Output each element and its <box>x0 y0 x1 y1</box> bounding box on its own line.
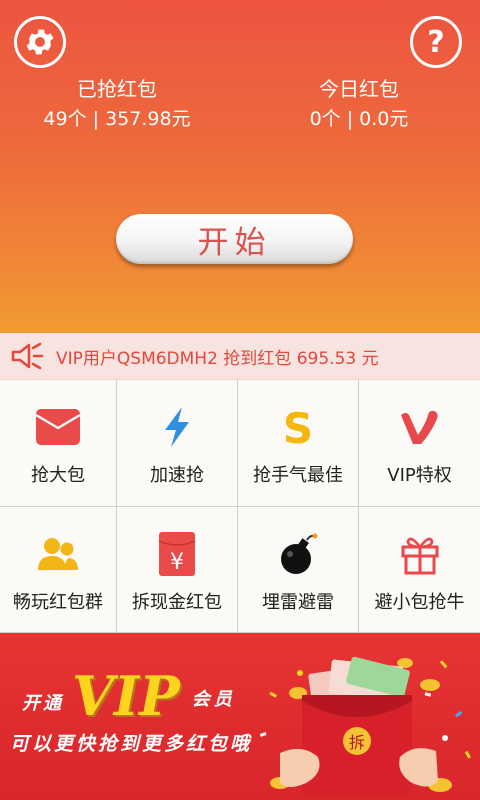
yuan-envelope-icon: ¥ <box>152 532 202 576</box>
svg-text:S: S <box>283 405 313 449</box>
speaker-icon <box>10 341 46 371</box>
feature-best-luck[interactable]: S 抢手气最佳 <box>238 380 359 507</box>
feature-label: VIP特权 <box>387 465 452 486</box>
ticker-text: VIP用户QSM6DMH2 抢到红包 695.53 元 <box>56 348 379 369</box>
feature-vip-privilege[interactable]: VIP特权 <box>359 380 480 507</box>
feature-label: 抢大包 <box>31 465 85 486</box>
svg-text:¥: ¥ <box>170 550 184 575</box>
stat-today-value: 0个 | 0.0元 <box>309 108 409 130</box>
feature-mine-sweep[interactable]: 埋雷避雷 <box>238 507 359 633</box>
stat-today: 今日红包 0个 | 0.0元 <box>259 76 459 134</box>
banner-subtitle: 可以更快抢到更多红包哦 <box>10 733 253 755</box>
gift-icon <box>395 532 445 576</box>
gear-icon <box>26 29 54 55</box>
feature-label: 畅玩红包群 <box>13 592 103 613</box>
feature-label: 埋雷避雷 <box>262 592 334 613</box>
feature-label: 拆现金红包 <box>132 592 222 613</box>
bomb-icon <box>273 532 323 576</box>
group-users-icon <box>33 532 83 576</box>
feature-speed-up[interactable]: 加速抢 <box>117 380 238 507</box>
vip-promo-banner[interactable]: 开通 VIP 会员 可以更快抢到更多红包哦 拆 <box>0 633 480 800</box>
feature-label: 抢手气最佳 <box>253 465 343 486</box>
envelope-icon <box>33 405 83 449</box>
feature-grab-big[interactable]: 抢大包 <box>0 380 117 507</box>
lightning-icon <box>152 405 202 449</box>
question-icon: ? <box>427 24 445 60</box>
banner-member-text: 会员 <box>191 689 236 710</box>
vip-v-icon <box>395 405 445 449</box>
feature-label: 加速抢 <box>150 465 204 486</box>
feature-label: 避小包抢牛 <box>374 592 465 613</box>
stat-total-label: 已抢红包 <box>77 77 157 101</box>
banner-headline: 开通 VIP 会员 <box>22 667 236 725</box>
stat-total-value: 49个 | 357.98元 <box>43 108 191 130</box>
header-panel: ? 已抢红包 49个 | 357.98元 今日红包 0个 | 0.0元 开始 <box>0 0 480 333</box>
dollar-s-icon: S <box>273 405 323 449</box>
help-button[interactable]: ? <box>410 16 462 68</box>
start-button[interactable]: 开始 <box>116 214 353 264</box>
announcement-ticker: VIP用户QSM6DMH2 抢到红包 695.53 元 <box>0 333 480 380</box>
feature-play-groups[interactable]: 畅玩红包群 <box>0 507 117 633</box>
banner-vip-text: VIP <box>72 664 180 728</box>
red-envelope-illustration: 拆 <box>259 656 471 795</box>
banner-open-text: 开通 <box>22 693 64 714</box>
feature-grid: 抢大包 加速抢 S 抢手气最佳 VIP特权 畅玩红包群 ¥ 拆现金红包 埋雷避雷… <box>0 380 480 633</box>
envelope-open-glyph: 拆 <box>349 733 365 752</box>
stat-total: 已抢红包 49个 | 357.98元 <box>17 76 217 134</box>
stat-today-label: 今日红包 <box>319 77 399 101</box>
feature-avoid-small[interactable]: 避小包抢牛 <box>359 507 480 633</box>
feature-open-cash[interactable]: ¥ 拆现金红包 <box>117 507 238 633</box>
settings-button[interactable] <box>14 16 66 68</box>
